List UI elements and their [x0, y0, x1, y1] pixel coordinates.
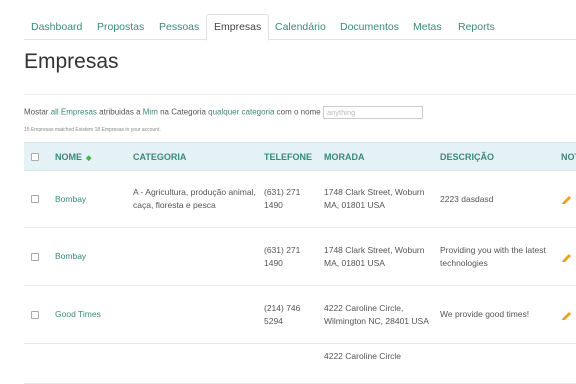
company-name-cell: Bombay [48, 227, 126, 286]
tab-empresas[interactable]: Empresas [206, 14, 270, 41]
category-cell: A - Agricultura, produção animal, caça, … [126, 170, 257, 228]
select-all-cell [24, 142, 48, 171]
table-row: Bombay A - Agricultura, produção animal,… [24, 170, 576, 228]
filter-bar: Mostar all Empresas atribuidas a Mim na … [24, 106, 423, 119]
category-cell [126, 285, 257, 344]
description-cell: We provide good times! [433, 285, 554, 344]
name-search-input[interactable] [322, 106, 423, 119]
filter-name-text: com o nome [276, 107, 321, 117]
edit-pencil-icon[interactable] [561, 194, 573, 205]
sort-up-icon: ◆ [86, 154, 92, 162]
description-cell: Providing you with the latest technologi… [433, 227, 554, 286]
filter-scope-link[interactable]: all Empresas [51, 108, 97, 117]
main-nav-tabs: Dashboard Propostas Pessoas Empresas Cal… [24, 14, 576, 41]
notes-cell [554, 285, 576, 344]
category-cell [126, 227, 257, 286]
description-cell [433, 343, 554, 384]
column-header-phone[interactable]: TELEFONE [257, 142, 317, 171]
notes-cell [554, 170, 576, 228]
row-select-cell [24, 170, 48, 228]
phone-cell: (631) 271 1490 [257, 170, 317, 228]
filter-assignee-link[interactable]: Mim [143, 108, 158, 117]
phone-cell: (631) 271 1490 [257, 227, 317, 286]
company-name-link[interactable]: Bombay [55, 194, 86, 204]
phone-cell [257, 343, 317, 384]
tab-documentos[interactable]: Documentos [333, 15, 406, 39]
table-header-row: NOME ◆ CATEGORIA TELEFONE MORADA DESCRIÇÃ… [24, 142, 576, 171]
edit-pencil-icon[interactable] [561, 252, 573, 262]
row-checkbox[interactable] [31, 252, 39, 261]
company-name-link[interactable]: Good Times [55, 309, 101, 319]
row-select-cell [24, 227, 48, 286]
companies-table: NOME ◆ CATEGORIA TELEFONE MORADA DESCRIÇÃ… [24, 142, 576, 384]
column-header-address[interactable]: MORADA [317, 142, 433, 171]
tab-pessoas[interactable]: Pessoas [152, 15, 206, 39]
company-name-cell [48, 343, 126, 384]
column-header-name[interactable]: NOME ◆ [48, 142, 126, 171]
phone-cell: (214) 746 5294 [257, 285, 317, 344]
address-cell: 4222 Caroline Circle, Wilmington NC, 284… [317, 285, 433, 344]
table-row: 4222 Caroline Circle [24, 343, 576, 384]
result-summary: 15 Empresas matched Existem 18 Empresas … [24, 127, 161, 133]
row-select-cell [24, 343, 48, 384]
tab-calendario[interactable]: Calendário [268, 15, 333, 39]
address-cell: 1748 Clark Street, Woburn MA, 01801 USA [317, 170, 433, 228]
table-row: Good Times (214) 746 5294 4222 Caroline … [24, 285, 576, 344]
company-name-cell: Good Times [48, 285, 126, 344]
company-name-cell: Bombay [48, 170, 126, 228]
category-cell [126, 343, 257, 384]
page-title: Empresas [24, 50, 119, 73]
column-header-notes[interactable]: NOTAS [554, 142, 576, 171]
company-name-link[interactable]: Bombay [55, 251, 86, 261]
column-name-label: NOME [55, 151, 82, 162]
column-header-description[interactable]: DESCRIÇÃO [433, 142, 554, 171]
address-cell: 1748 Clark Street, Woburn MA, 01801 USA [317, 227, 433, 286]
tab-metas[interactable]: Metas [406, 15, 449, 39]
table-row: Bombay (631) 271 1490 1748 Clark Street,… [24, 227, 576, 286]
row-checkbox[interactable] [31, 195, 39, 204]
filter-category-link[interactable]: qualquer categoria [208, 108, 274, 117]
description-cell: 2223 dasdasd [433, 170, 554, 228]
filter-category-text: na Categoria [160, 107, 206, 117]
row-select-cell [24, 285, 48, 344]
notes-cell [554, 227, 576, 286]
filter-assigned-text: atribuidas a [99, 107, 141, 117]
notes-cell [554, 343, 576, 384]
title-divider [24, 94, 576, 95]
row-checkbox[interactable] [31, 310, 39, 319]
column-header-category[interactable]: CATEGORIA [126, 142, 257, 171]
select-all-checkbox[interactable] [31, 153, 39, 162]
tab-reports[interactable]: Reports [451, 15, 502, 39]
tab-dashboard[interactable]: Dashboard [24, 15, 89, 39]
address-cell: 4222 Caroline Circle [317, 343, 433, 384]
edit-pencil-icon[interactable] [561, 310, 573, 320]
tab-propostas[interactable]: Propostas [90, 15, 151, 39]
filter-prefix: Mostar [24, 107, 49, 117]
